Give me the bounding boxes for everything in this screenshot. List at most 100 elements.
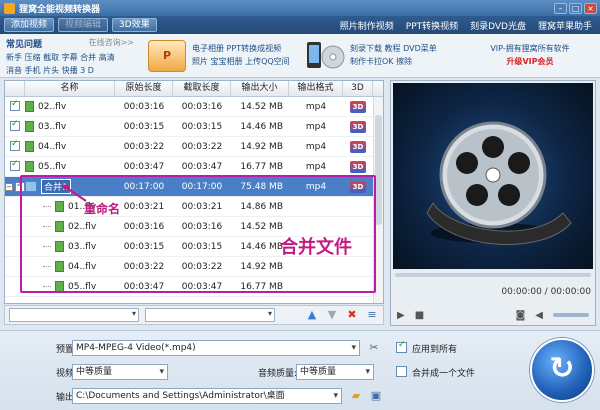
burn-dvd-link[interactable]: 刻录DVD光盘 [470, 19, 526, 32]
preview-seekbar[interactable] [395, 273, 591, 277]
row-checkbox[interactable] [10, 139, 20, 152]
open-folder-icon[interactable]: ▣ [368, 388, 384, 404]
list-scrollbar[interactable] [373, 97, 383, 303]
app-icon [4, 2, 15, 14]
video-quality-select[interactable]: 中等质量 [72, 364, 168, 380]
preview-time: 00:00:00 / 00:00:00 [501, 287, 591, 297]
play-icon[interactable]: ▶ [397, 310, 405, 321]
move-down-icon[interactable]: ▼ [325, 308, 339, 322]
col-cut-length[interactable]: 截取长度 [173, 81, 231, 96]
settings-tools-icon[interactable]: ✂ [366, 340, 382, 356]
preset-select[interactable]: MP4-MPEG-4 Video(*.mp4) [72, 340, 360, 356]
file-name: 03..flv [68, 241, 97, 252]
online-consult-link[interactable]: 在线咨询>> [89, 37, 134, 50]
output-size: 14.92 MB [240, 261, 283, 272]
video-file-icon [25, 101, 34, 112]
album-ad-line2[interactable]: 照片 宝宝相册 上传QQ空间 [192, 55, 290, 68]
add-video-tab[interactable]: 添加视频 [4, 18, 55, 32]
col-output-format[interactable]: 输出格式 [289, 81, 343, 96]
file-row[interactable]: 03..flv 00:03:15 00:03:15 14.46 MB mp4 3… [5, 117, 383, 137]
output-size: 16.77 MB [240, 161, 283, 172]
3d-icon[interactable]: 3D [350, 100, 366, 113]
move-up-icon[interactable]: ▲ [305, 308, 319, 322]
3d-icon[interactable]: 3D [350, 180, 366, 193]
video-file-icon [25, 141, 34, 152]
audio-quality-value: 中等质量 [300, 367, 337, 377]
file-name: 05..flv [68, 281, 97, 292]
orig-length: 00:03:15 [123, 241, 165, 252]
orig-length: 00:03:15 [123, 121, 165, 132]
album-ad[interactable]: 电子相册 PPT转换成视频 照片 宝宝相册 上传QQ空间 [192, 42, 290, 68]
ppt-icon[interactable]: P [148, 40, 186, 72]
col-name[interactable]: 名称 [25, 81, 115, 96]
orig-length: 00:03:47 [123, 281, 165, 292]
subtitle-select[interactable] [9, 308, 139, 322]
output-dir-select[interactable]: C:\Documents and Settings\Administrator\… [72, 388, 342, 404]
video-file-icon [55, 241, 64, 252]
merged-file-row[interactable]: 05..flv 00:03:47 00:03:47 16.77 MB [5, 277, 383, 297]
browse-folder-icon[interactable]: ▰ [348, 388, 364, 404]
audio-quality-label: 音频质量: [258, 369, 298, 379]
col-output-size[interactable]: 输出大小 [231, 81, 289, 96]
faq-links-1[interactable]: 新手 压缩 截取 字幕 合并 高清 [6, 52, 134, 63]
3d-icon[interactable]: 3D [350, 120, 366, 133]
file-name: 05..flv [38, 161, 67, 172]
3d-icon[interactable]: 3D [350, 140, 366, 153]
dvd-ad[interactable]: 刻录下载 教程 DVD菜单 制作卡拉OK 擦除 [350, 42, 437, 68]
vip-ad[interactable]: VIP-拥有狸窝所有软件 升级VIP会员 [470, 42, 590, 68]
file-row[interactable]: 05..flv 00:03:47 00:03:47 16.77 MB mp4 3… [5, 157, 383, 177]
col-3d[interactable]: 3D [343, 81, 373, 96]
convert-button[interactable]: ↻ [530, 338, 594, 402]
video-file-icon [55, 261, 64, 272]
clear-list-icon[interactable]: ≡ [365, 308, 379, 322]
merged-file-row[interactable]: 04..flv 00:03:22 00:03:22 14.92 MB [5, 257, 383, 277]
dvd-ad-line2[interactable]: 制作卡拉OK 擦除 [350, 55, 437, 68]
stop-icon[interactable]: ■ [415, 310, 424, 321]
orig-length: 00:03:22 [123, 141, 165, 152]
file-name: 02..flv [38, 101, 67, 112]
row-checkbox[interactable] [10, 119, 20, 132]
row-checkbox[interactable] [10, 99, 20, 112]
audio-quality-select[interactable]: 中等质量 [296, 364, 374, 380]
phone-dvd-icon[interactable] [305, 39, 345, 73]
collapse-toggle[interactable]: − [5, 182, 13, 191]
merge-into-one-checkbox[interactable] [396, 366, 407, 377]
file-name: 02..flv [68, 221, 97, 232]
apple-assistant-link[interactable]: 狸窝苹果助手 [538, 19, 592, 32]
ad-bar: 常见问题 在线咨询>> 新手 压缩 截取 字幕 合并 高清 消音 手机 片头 快播… [0, 34, 600, 78]
row-checkbox[interactable] [15, 180, 25, 192]
file-row[interactable]: 02..flv 00:03:16 00:03:16 14.52 MB mp4 3… [5, 97, 383, 117]
3d-effect-tab[interactable]: 3D效果 [112, 18, 157, 32]
merge-group-icon [25, 181, 37, 192]
photo-video-link[interactable]: 照片制作视频 [340, 19, 394, 32]
vip-line1[interactable]: VIP-拥有狸窝所有软件 [470, 42, 590, 55]
row-checkbox[interactable] [10, 159, 20, 172]
album-ad-line1[interactable]: 电子相册 PPT转换成视频 [192, 42, 290, 55]
orig-length: 00:03:22 [123, 261, 165, 272]
faq-title: 常见问题 [6, 40, 43, 50]
output-size: 14.52 MB [240, 101, 283, 112]
volume-slider[interactable] [553, 313, 589, 317]
menu-bar: 添加视频 视频编辑 3D效果 照片制作视频 PPT转换视频 刻录DVD光盘 狸窝… [0, 16, 600, 34]
minimize-button[interactable]: – [554, 2, 567, 14]
col-orig-length[interactable]: 原始长度 [115, 81, 173, 96]
file-row[interactable]: 04..flv 00:03:22 00:03:22 14.92 MB mp4 3… [5, 137, 383, 157]
dvd-ad-line1[interactable]: 刻录下载 教程 DVD菜单 [350, 42, 437, 55]
3d-icon[interactable]: 3D [350, 160, 366, 173]
maximize-button[interactable]: □ [569, 2, 582, 14]
audio-track-select[interactable] [145, 308, 275, 322]
cut-length: 00:03:16 [181, 101, 223, 112]
vip-upgrade-link[interactable]: 升级VIP会员 [470, 55, 590, 68]
close-button[interactable]: × [584, 2, 597, 14]
apply-all-checkbox[interactable] [396, 340, 407, 353]
video-edit-tab[interactable]: 视频编辑 [58, 18, 109, 32]
snapshot-icon[interactable]: ◙ [516, 310, 526, 321]
delete-icon[interactable]: ✖ [345, 308, 359, 322]
faq-panel: 常见问题 在线咨询>> 新手 压缩 截取 字幕 合并 高清 消音 手机 片头 快播… [6, 37, 134, 76]
volume-icon[interactable]: ◀ [535, 310, 543, 321]
window-title: 狸窝全能视频转换器 [19, 4, 101, 15]
film-reel-icon [426, 121, 572, 245]
faq-links-2[interactable]: 消音 手机 片头 快播 3 D [6, 65, 134, 76]
scrollbar-thumb[interactable] [375, 115, 382, 225]
ppt-convert-link[interactable]: PPT转换视频 [406, 19, 458, 32]
